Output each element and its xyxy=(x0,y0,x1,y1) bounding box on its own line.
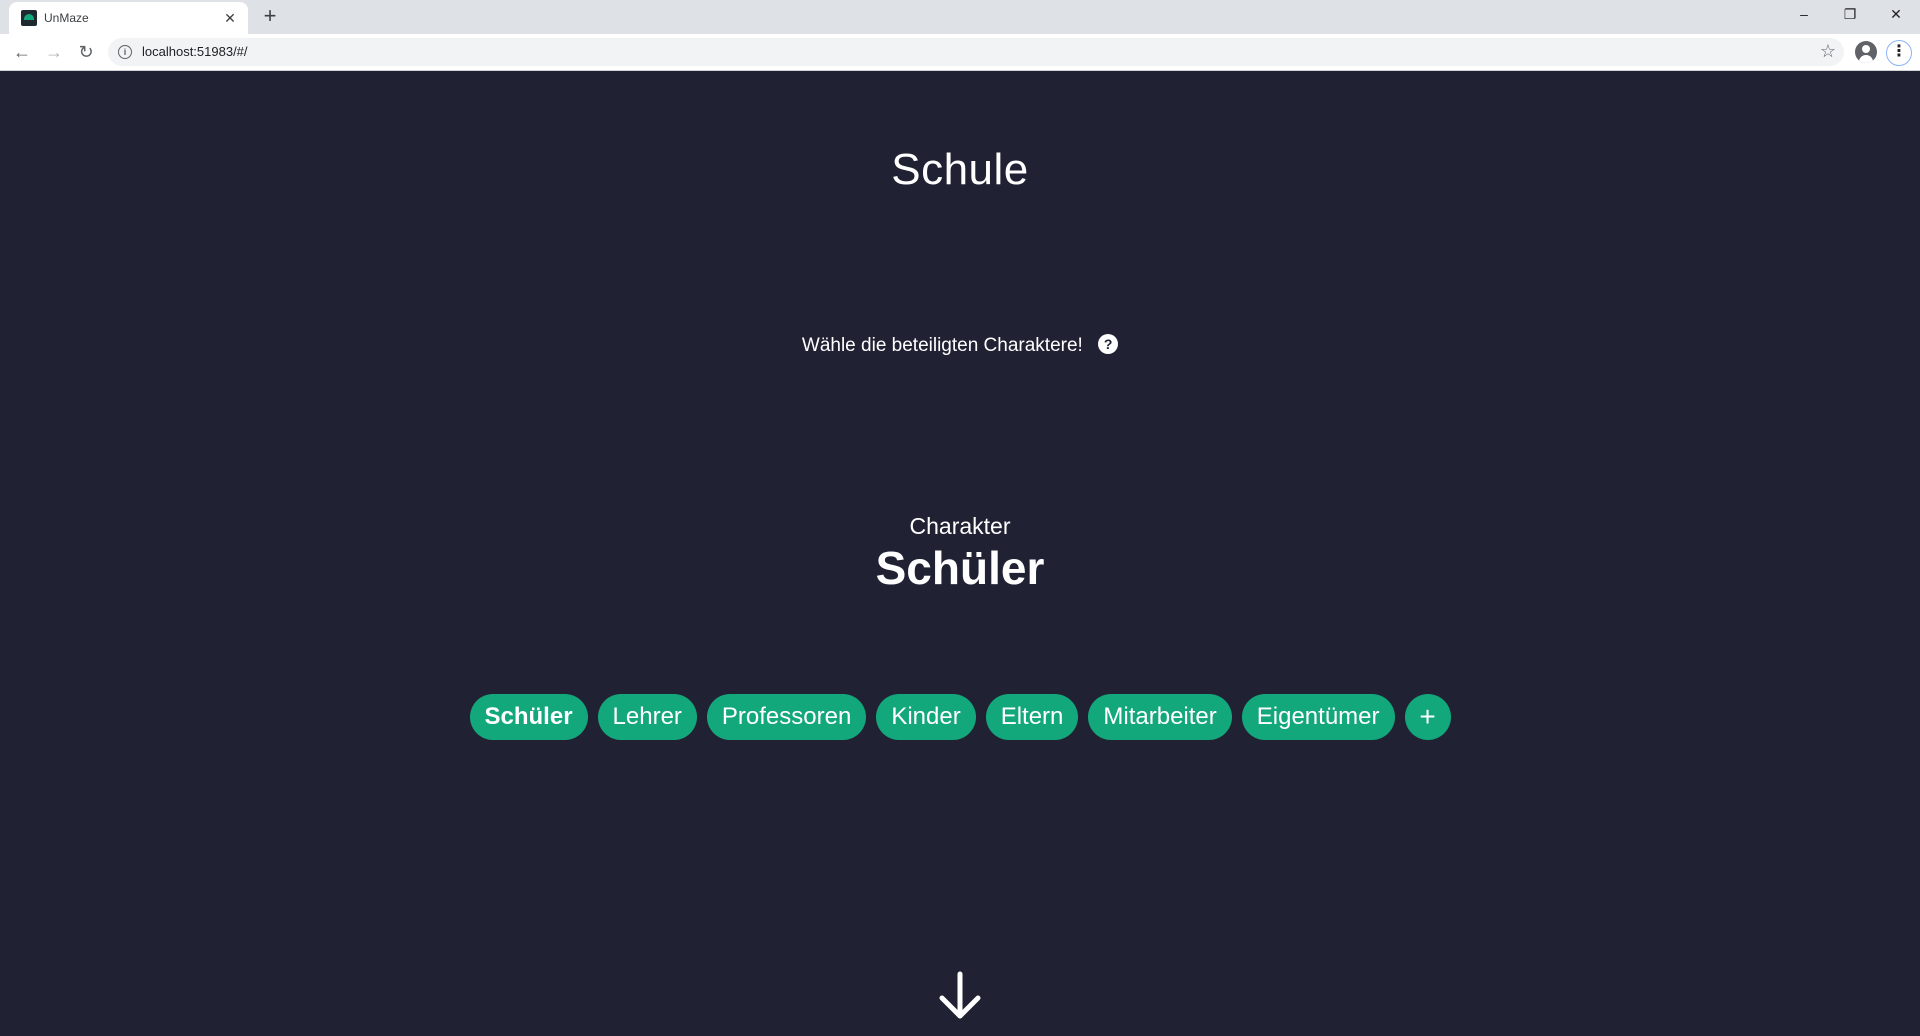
browser-toolbar: ← → ↻ i localhost:51983/#/ ☆ ⋮ xyxy=(0,34,1920,71)
browser-tab[interactable]: UnMaze ✕ xyxy=(9,2,248,34)
character-label: Charakter xyxy=(909,513,1011,539)
browser-tab-bar: UnMaze ✕ + – ❐ ✕ xyxy=(0,0,1920,34)
minimize-button[interactable]: – xyxy=(1781,0,1827,30)
scroll-down-arrow-icon[interactable] xyxy=(937,971,983,1021)
address-bar[interactable]: i localhost:51983/#/ ☆ xyxy=(108,38,1844,66)
add-character-button[interactable]: + xyxy=(1404,694,1451,740)
new-tab-button[interactable]: + xyxy=(258,5,282,29)
character-chip-mitarbeiter[interactable]: Mitarbeiter xyxy=(1088,694,1232,740)
window-close-button[interactable]: ✕ xyxy=(1873,0,1919,30)
site-info-icon[interactable]: i xyxy=(118,45,132,59)
character-chip-kinder[interactable]: Kinder xyxy=(876,694,976,740)
instruction-label: Wähle die beteiligten Charaktere! xyxy=(801,335,1083,356)
character-chip-eigentuemer[interactable]: Eigentümer xyxy=(1241,694,1395,740)
instruction-text: Wähle die beteiligten Charaktere! ? xyxy=(0,334,1920,357)
reload-button[interactable]: ↻ xyxy=(72,38,100,66)
app-page: Schule Wähle die beteiligten Charaktere!… xyxy=(0,71,1920,1036)
character-chip-professoren[interactable]: Professoren xyxy=(706,694,867,740)
character-chip-eltern[interactable]: Eltern xyxy=(985,694,1079,740)
restore-button[interactable]: ❐ xyxy=(1827,0,1873,30)
tab-title: UnMaze xyxy=(44,11,89,25)
forward-button[interactable]: → xyxy=(40,38,68,66)
selected-character-name: Schüler xyxy=(875,542,1045,594)
character-chip-lehrer[interactable]: Lehrer xyxy=(597,694,697,740)
url-text[interactable]: localhost:51983/#/ xyxy=(142,44,248,59)
help-icon[interactable]: ? xyxy=(1098,334,1119,355)
app-favicon-icon xyxy=(21,10,37,26)
tab-close-icon[interactable]: ✕ xyxy=(220,8,240,28)
bookmark-star-icon[interactable]: ☆ xyxy=(1820,41,1836,62)
browser-menu-icon[interactable]: ⋮ xyxy=(1886,40,1912,66)
character-chip-list: Schüler Lehrer Professoren Kinder Eltern… xyxy=(0,694,1920,740)
character-chip-schueler[interactable]: Schüler xyxy=(469,694,588,740)
profile-avatar-icon[interactable] xyxy=(1855,41,1877,63)
page-title: Schule xyxy=(891,145,1029,194)
back-button[interactable]: ← xyxy=(8,38,36,66)
